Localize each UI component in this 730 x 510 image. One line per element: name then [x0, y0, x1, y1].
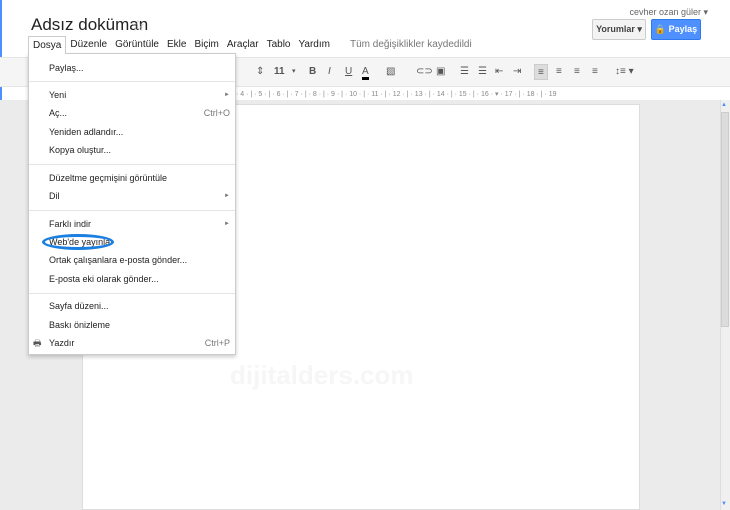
menu-item-label: Yazdır: [49, 338, 75, 348]
menu-item-label: Yeni: [49, 90, 67, 100]
menu-item-label: Ortak çalışanlara e-posta gönder...: [49, 255, 188, 265]
menu-item-print[interactable]: 🖶 Yazdır Ctrl+P: [33, 336, 230, 350]
shortcut: Ctrl+P: [204, 338, 230, 348]
share-button[interactable]: 🔒 Paylaş: [651, 19, 701, 40]
menu-item-label: Aç...: [49, 108, 68, 118]
menu-table[interactable]: Tablo: [263, 36, 295, 54]
highlight-circle: [42, 234, 114, 250]
menu-item-download-as[interactable]: Farklı indir ►: [49, 217, 230, 231]
divider: [29, 81, 235, 82]
align-left-icon[interactable]: ≡: [534, 64, 548, 80]
menu-item-label: E-posta eki olarak gönder...: [49, 274, 159, 284]
menu-item-email-attachment[interactable]: E-posta eki olarak gönder...: [49, 272, 230, 286]
shortcut: Ctrl+O: [203, 108, 230, 118]
link-icon[interactable]: ⊂⊃: [416, 64, 433, 80]
ruler[interactable]: · 4 · | · 5 · | · 6 · | · 7 · | · 8 · | …: [236, 90, 642, 100]
scroll-up-icon[interactable]: ▲: [721, 102, 727, 108]
menu-item-copy[interactable]: Kopya oluştur...: [49, 143, 230, 157]
menu-item-label: Dil: [49, 191, 60, 201]
increase-indent-icon[interactable]: ⇥: [513, 64, 521, 80]
font-size-select[interactable]: 11: [274, 64, 285, 80]
menu-item-open[interactable]: Aç... Ctrl+O: [49, 106, 230, 120]
image-icon[interactable]: ▣: [436, 64, 445, 80]
menu-item-new[interactable]: Yeni ►: [49, 88, 230, 102]
justify-icon[interactable]: ≡: [592, 64, 598, 80]
menu-item-language[interactable]: Dil ►: [49, 189, 230, 203]
menu-help[interactable]: Yardım: [294, 36, 334, 54]
divider: [29, 164, 235, 165]
menu-tools[interactable]: Araçlar: [223, 36, 263, 54]
scrollbar-thumb[interactable]: [721, 112, 729, 327]
align-center-icon[interactable]: ≡: [556, 64, 562, 80]
menu-insert[interactable]: Ekle: [163, 36, 190, 54]
menu-item-label: Paylaş...: [49, 63, 84, 73]
menu-format[interactable]: Biçim: [190, 36, 222, 54]
menu-file[interactable]: Dosya: [28, 36, 67, 54]
menu-item-rename[interactable]: Yeniden adlandır...: [49, 125, 230, 139]
menu-item-label: Farklı indir: [49, 219, 92, 229]
watermark: dijitalders.com: [230, 360, 414, 390]
font-stepper-icon[interactable]: ⇕: [256, 64, 264, 80]
align-right-icon[interactable]: ≡: [574, 64, 580, 80]
divider: [29, 210, 235, 211]
decrease-indent-icon[interactable]: ⇤: [495, 64, 503, 80]
italic-icon[interactable]: I: [328, 64, 331, 80]
numbered-list-icon[interactable]: ☰: [460, 64, 469, 80]
star-icon[interactable]: ☆: [131, 16, 145, 36]
save-status: Tüm değişiklikler kaydedildi: [349, 39, 472, 50]
divider: [29, 293, 235, 294]
menu-item-print-preview[interactable]: Baskı önizleme: [49, 318, 230, 332]
bold-icon[interactable]: B: [309, 64, 316, 80]
submenu-arrow-icon: ►: [224, 92, 230, 98]
line-spacing-icon[interactable]: ↕≡ ▾: [615, 64, 634, 80]
chevron-down-icon[interactable]: ▾: [292, 64, 296, 80]
menu-item-revision-history[interactable]: Düzeltme geçmişini görüntüle: [49, 171, 230, 185]
menu-item-email-collaborators[interactable]: Ortak çalışanlara e-posta gönder...: [49, 253, 230, 267]
printer-icon: 🖶: [33, 338, 42, 348]
text-color-icon[interactable]: A: [362, 64, 369, 80]
comments-button[interactable]: Yorumlar ▾: [592, 19, 646, 40]
scroll-down-icon[interactable]: ▼: [721, 501, 727, 507]
menu-edit[interactable]: Düzenle: [66, 36, 111, 54]
bulleted-list-icon[interactable]: ☰: [478, 64, 487, 80]
menu-item-label: Yeniden adlandır...: [49, 127, 124, 137]
menu-item-label: Düzeltme geçmişini görüntüle: [49, 173, 168, 183]
submenu-arrow-icon: ►: [224, 193, 230, 199]
menu-item-page-setup[interactable]: Sayfa düzeni...: [49, 299, 230, 313]
menu-item-label: Kopya oluştur...: [49, 145, 112, 155]
submenu-arrow-icon: ►: [224, 221, 230, 227]
underline-icon[interactable]: U: [345, 64, 352, 80]
menu-view[interactable]: Görüntüle: [111, 36, 163, 54]
file-menu: Paylaş... Yeni ► Aç... Ctrl+O Yeniden adla…: [28, 53, 236, 355]
menu-bar: Dosya Düzenle Görüntüle Ekle Biçim Araçl…: [28, 36, 476, 54]
menu-item-label: Baskı önizleme: [49, 320, 111, 330]
menu-item-share[interactable]: Paylaş...: [49, 61, 230, 75]
user-account[interactable]: cevher ozan güler ▾: [629, 7, 708, 18]
menu-item-label: Sayfa düzeni...: [49, 301, 109, 311]
highlight-color-icon[interactable]: ▧: [386, 64, 395, 80]
